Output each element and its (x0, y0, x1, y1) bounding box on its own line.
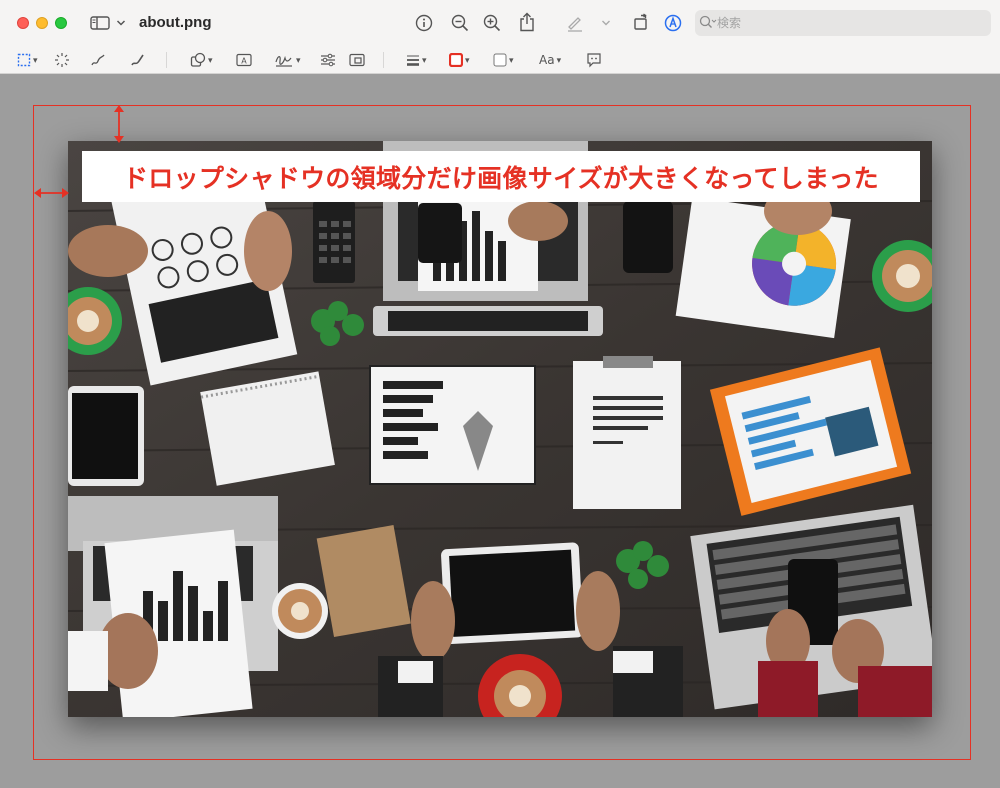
preview-window: about.png 検索 ▾ ▾ A ▾ ▾ ▾ ▾ Aa ▾ ドロップシャドウ… (0, 0, 1000, 788)
annotation-caption: ドロップシャドウの領域分だけ画像サイズが大きくなってしまった (82, 151, 920, 202)
margin-arrows (34, 105, 124, 198)
